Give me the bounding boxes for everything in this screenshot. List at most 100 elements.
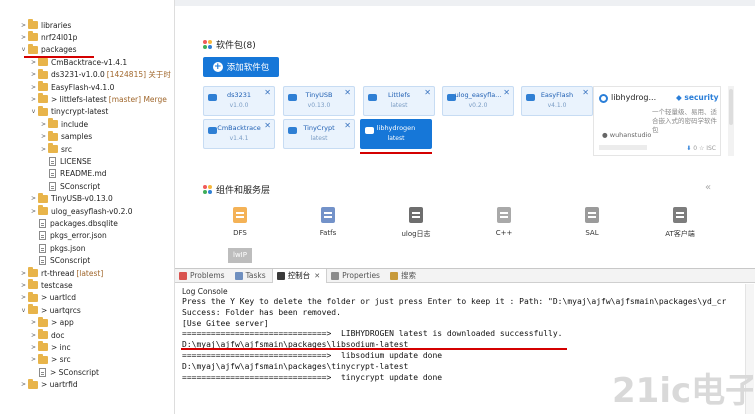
- file-icon: [39, 256, 46, 266]
- tree-item[interactable]: v packages: [20, 43, 77, 56]
- close-icon[interactable]: ✕: [344, 121, 351, 130]
- close-icon[interactable]: ✕: [314, 272, 320, 280]
- collapse-chevron-icon[interactable]: >: [30, 195, 37, 202]
- collapse-chevron-icon[interactable]: >: [30, 332, 37, 339]
- service-item[interactable]: SAL: [567, 205, 617, 245]
- console-tab[interactable]: Properties: [327, 269, 386, 283]
- service-icon: [497, 207, 511, 223]
- collapse-chevron-icon[interactable]: >: [20, 270, 27, 277]
- console-tab[interactable]: Tasks: [231, 269, 272, 283]
- collapse-chevron-icon[interactable]: >: [20, 34, 27, 41]
- tree-item[interactable]: > samples: [40, 130, 92, 143]
- collapse-chevron-icon[interactable]: >: [30, 96, 37, 103]
- tree-item[interactable]: README.md: [40, 168, 107, 180]
- package-card[interactable]: TinyCrypt latest ✕: [283, 119, 355, 149]
- tab-icon: [276, 271, 285, 280]
- tree-item[interactable]: pkgs_error.json: [30, 230, 107, 242]
- tree-item[interactable]: > libraries: [20, 19, 71, 31]
- folder-icon: [48, 130, 58, 141]
- tab-label: 控制台: [287, 271, 311, 280]
- file-icon: [49, 181, 56, 191]
- package-card[interactable]: TinyUSB v0.13.0 ✕: [283, 86, 355, 116]
- tree-item[interactable]: > > uartrfid: [20, 378, 78, 391]
- close-icon[interactable]: ✕: [264, 121, 271, 130]
- tree-item[interactable]: pkgs.json: [30, 242, 86, 254]
- collapse-chevron-icon[interactable]: >: [30, 84, 37, 91]
- console-line: ==============================> libsodiu…: [182, 350, 443, 360]
- close-icon[interactable]: ✕: [344, 88, 351, 97]
- collapse-chevron-icon[interactable]: >: [20, 381, 27, 388]
- tree-item[interactable]: SConscript: [40, 180, 100, 192]
- detail-name: libhydrog...: [611, 93, 657, 102]
- add-package-button[interactable]: + 添加软件包: [203, 57, 279, 77]
- detail-description: 一个轻量级、易用、适合嵌入式的密码学软件包: [652, 108, 717, 134]
- file-icon: [39, 367, 46, 377]
- tree-item[interactable]: > ds3231-v1.0.0 [1424815] 关于时: [30, 68, 171, 81]
- folder-icon: [38, 192, 48, 203]
- tree-item[interactable]: SConscript: [30, 255, 90, 267]
- tree-item[interactable]: > > src: [30, 353, 71, 366]
- tree-item[interactable]: > nrf24l01p: [20, 31, 77, 43]
- console-tab[interactable]: 搜索: [386, 269, 422, 283]
- detail-scrollbar[interactable]: [728, 86, 734, 156]
- tree-item[interactable]: > rt-thread [latest]: [20, 267, 103, 279]
- tree-item[interactable]: > ulog_easyflash-v0.2.0: [30, 205, 133, 217]
- close-icon[interactable]: ✕: [424, 88, 431, 97]
- service-item[interactable]: ulog日志: [391, 205, 441, 245]
- tree-item-label: > src: [51, 355, 71, 365]
- tree-item[interactable]: > > app: [30, 316, 74, 329]
- collapse-chevron-icon[interactable]: >: [30, 59, 37, 66]
- tree-item[interactable]: > testcase: [20, 279, 73, 291]
- tree-item[interactable]: LICENSE: [40, 155, 91, 167]
- tree-item[interactable]: v > uartqrcs: [20, 304, 81, 316]
- close-icon[interactable]: ✕: [264, 88, 271, 97]
- expand-chevron-icon[interactable]: v: [30, 108, 37, 115]
- package-card[interactable]: ds3231 v1.0.0 ✕: [203, 86, 275, 116]
- collapse-chevron-icon[interactable]: >: [30, 208, 37, 215]
- package-card[interactable]: Littlefs latest ✕: [363, 86, 435, 116]
- service-label: C++: [495, 229, 513, 237]
- expand-chevron-icon[interactable]: v: [20, 307, 27, 314]
- package-detail-card[interactable]: libhydrog... ◆ security 一个轻量级、易用、适合嵌入式的密…: [593, 86, 721, 156]
- close-icon[interactable]: ✕: [582, 88, 589, 97]
- tree-item[interactable]: > EasyFlash-v4.1.0: [30, 81, 114, 93]
- collapse-chevron-icon[interactable]: >: [20, 294, 27, 301]
- package-card[interactable]: ulog_easyfla... v0.2.0 ✕: [442, 86, 514, 116]
- collapse-chevron-icon[interactable]: >: [30, 71, 37, 78]
- tree-item[interactable]: > > littlefs-latest [master] Merge: [30, 93, 167, 105]
- collapse-icon[interactable]: «: [705, 182, 711, 193]
- package-card[interactable]: EasyFlash v4.1.0 ✕: [521, 86, 593, 116]
- service-item[interactable]: AT客户端: [655, 205, 705, 245]
- service-icon: [673, 207, 687, 223]
- collapse-chevron-icon[interactable]: >: [40, 133, 47, 140]
- collapse-chevron-icon[interactable]: >: [30, 344, 37, 351]
- package-card[interactable]: CmBacktrace v1.4.1 ✕: [203, 119, 275, 149]
- package-card-version: v1.4.1: [229, 135, 249, 142]
- tree-item[interactable]: packages.dbsqlite: [30, 217, 118, 229]
- tree-item[interactable]: > > inc: [30, 341, 71, 353]
- expand-chevron-icon[interactable]: v: [20, 46, 27, 53]
- collapse-chevron-icon[interactable]: >: [40, 146, 47, 153]
- close-icon[interactable]: ✕: [503, 88, 510, 97]
- tree-item[interactable]: v tinycrypt-latest: [30, 105, 108, 118]
- collapse-chevron-icon[interactable]: >: [30, 356, 37, 363]
- tree-item[interactable]: > SConscript: [30, 366, 99, 378]
- collapse-chevron-icon[interactable]: >: [40, 121, 47, 128]
- collapse-chevron-icon[interactable]: >: [20, 22, 27, 29]
- console-tab[interactable]: 控制台 ✕: [271, 268, 328, 283]
- collapse-chevron-icon[interactable]: >: [30, 319, 37, 326]
- tab-label: 搜索: [400, 271, 416, 280]
- package-card[interactable]: libhydrogen latest: [360, 119, 432, 149]
- tree-item[interactable]: > TinyUSB-v0.13.0: [30, 192, 113, 205]
- tree-item[interactable]: > include: [40, 118, 88, 130]
- console-tab[interactable]: Problems: [175, 269, 231, 283]
- file-icon: [39, 218, 46, 228]
- collapse-chevron-icon[interactable]: >: [20, 282, 27, 289]
- tree-item[interactable]: > src: [40, 143, 72, 155]
- service-item[interactable]: C++: [479, 205, 529, 245]
- tree-item-label: pkgs.json: [50, 243, 86, 253]
- tree-item[interactable]: > doc: [30, 329, 64, 341]
- service-item[interactable]: DFS: [215, 205, 265, 245]
- service-item[interactable]: Fatfs: [303, 205, 353, 245]
- tree-item[interactable]: > > uartlcd: [20, 291, 76, 304]
